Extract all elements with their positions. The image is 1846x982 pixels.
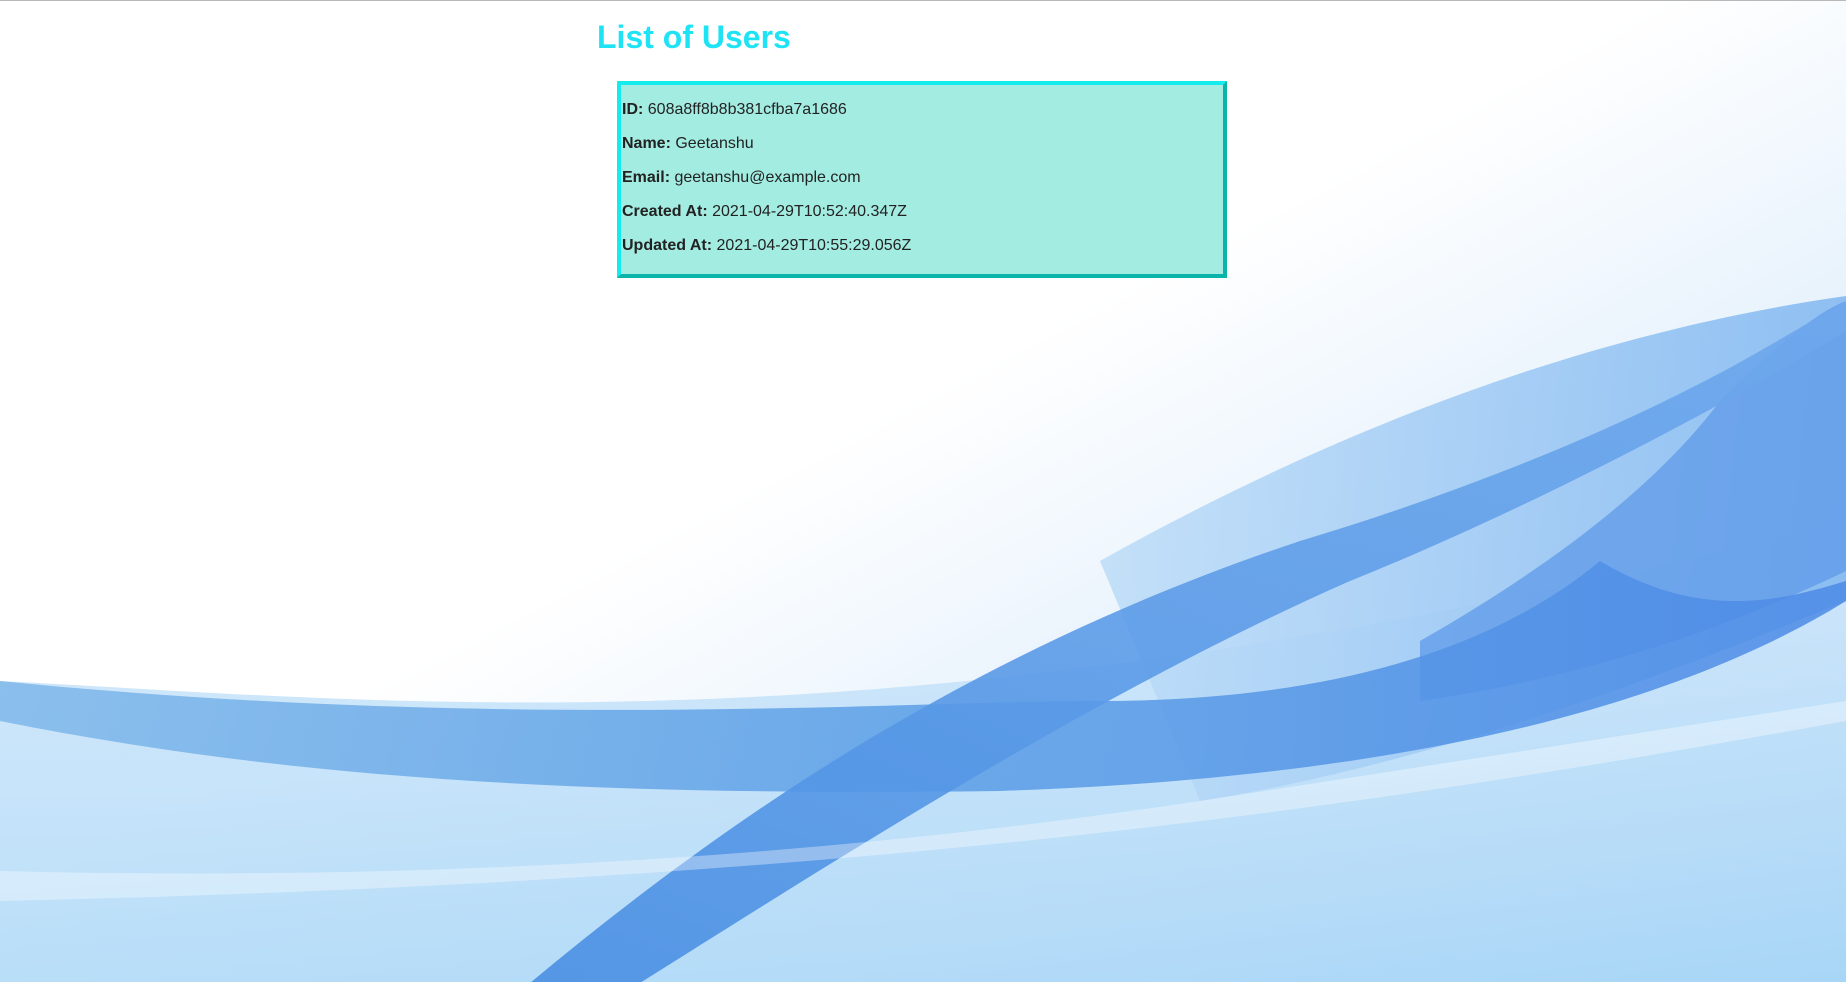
user-id-row: ID: 608a8ff8b8b381cfba7a1686 xyxy=(622,100,1223,134)
user-email-value: geetanshu@example.com xyxy=(674,169,861,186)
user-created-row: Created At: 2021-04-29T10:52:40.347Z xyxy=(622,202,1223,236)
user-email-label: Email: xyxy=(622,169,671,186)
user-id-label: ID: xyxy=(622,101,644,118)
user-updated-row: Updated At: 2021-04-29T10:55:29.056Z xyxy=(622,236,1223,270)
user-name-label: Name: xyxy=(622,135,671,152)
user-id-value: 608a8ff8b8b381cfba7a1686 xyxy=(647,101,847,118)
page-title: List of Users xyxy=(597,19,791,55)
user-updated-label: Updated At: xyxy=(622,237,713,254)
user-created-label: Created At: xyxy=(622,203,708,220)
user-updated-value: 2021-04-29T10:55:29.056Z xyxy=(716,237,912,254)
user-name-value: Geetanshu xyxy=(675,135,754,152)
user-name-row: Name: Geetanshu xyxy=(622,134,1223,168)
user-created-value: 2021-04-29T10:52:40.347Z xyxy=(712,203,907,220)
user-card: ID: 608a8ff8b8b381cfba7a1686 Name: Geeta… xyxy=(617,81,1227,278)
user-email-row: Email: geetanshu@example.com xyxy=(622,168,1223,202)
